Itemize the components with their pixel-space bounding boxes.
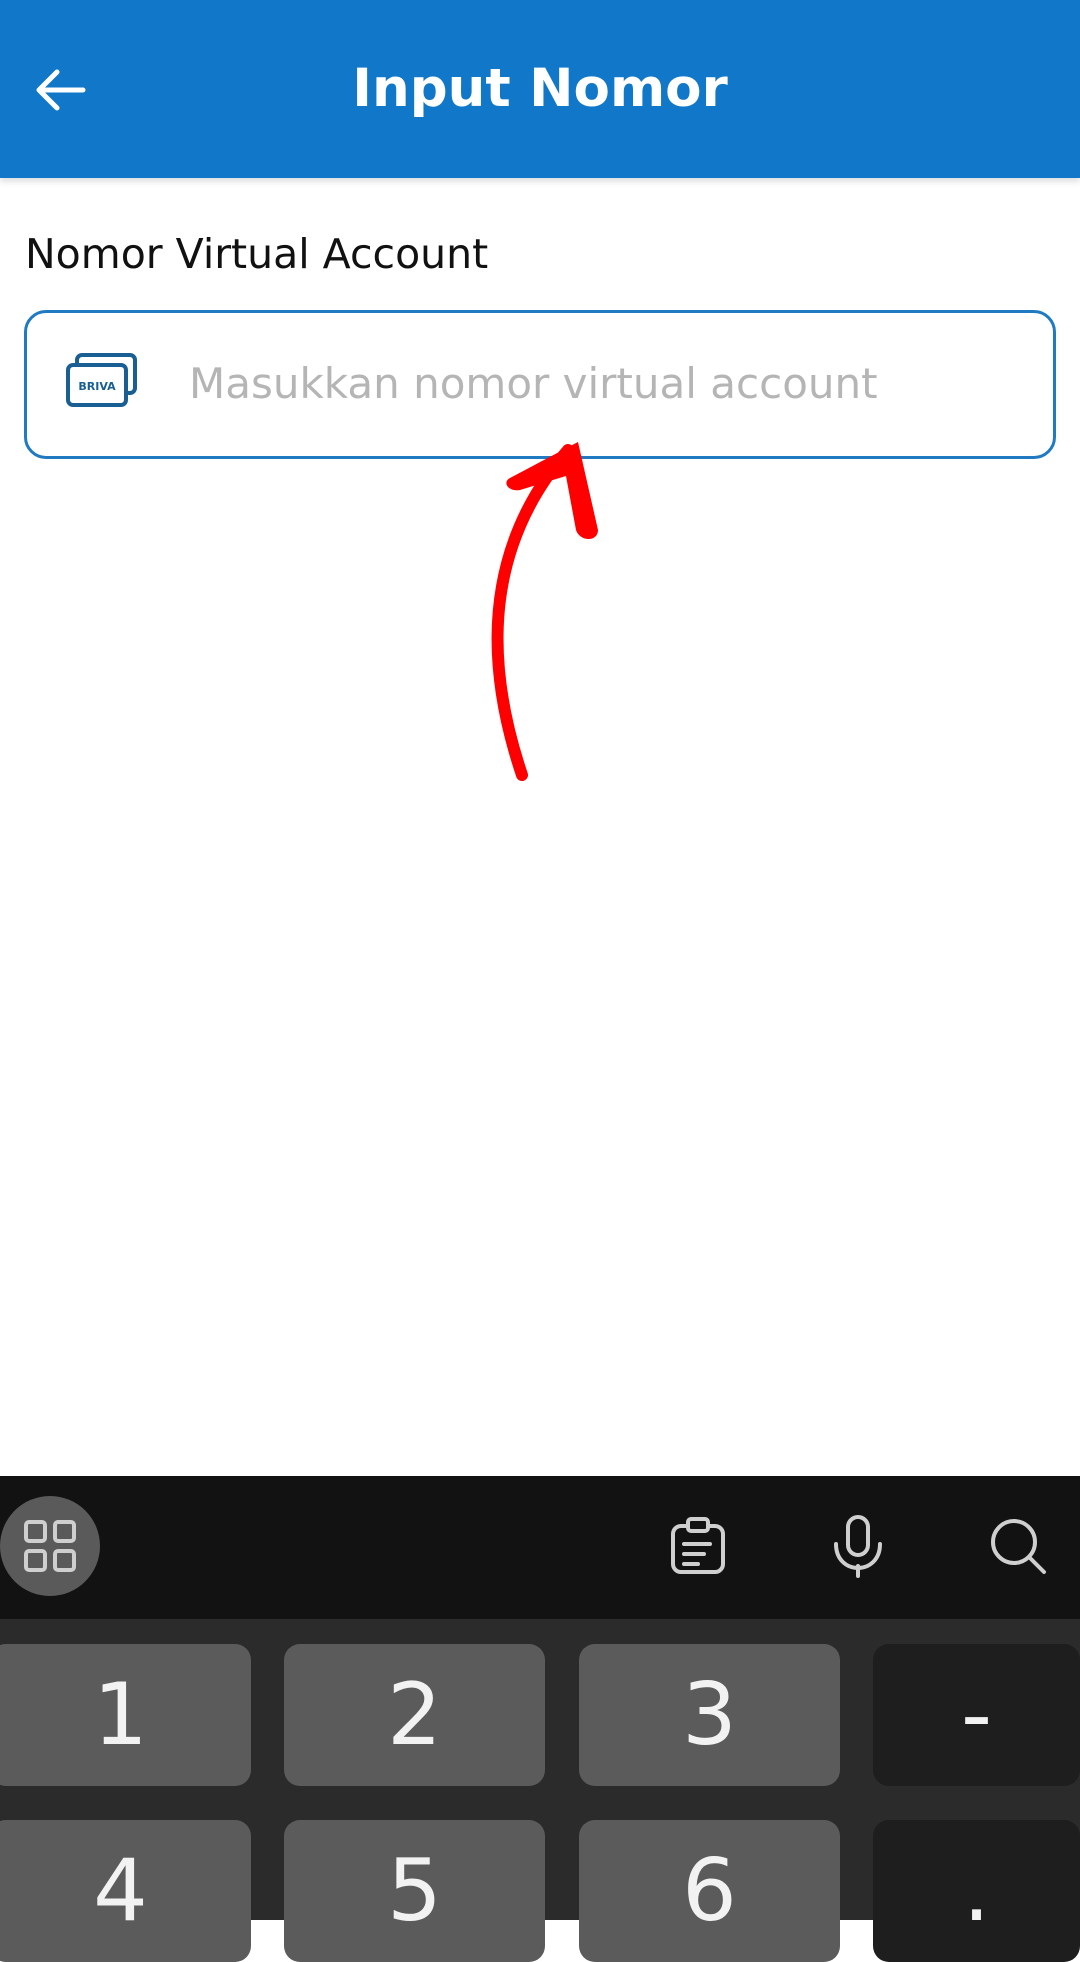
app-header: Input Nomor bbox=[0, 0, 1080, 178]
key-4[interactable]: 4 bbox=[0, 1820, 251, 1962]
search-button[interactable] bbox=[968, 1496, 1068, 1596]
grid-icon bbox=[24, 1520, 76, 1572]
key-3[interactable]: 3 bbox=[579, 1644, 840, 1786]
field-label: Nomor Virtual Account bbox=[25, 230, 489, 278]
search-icon bbox=[991, 1519, 1046, 1574]
svg-text:BRIVA: BRIVA bbox=[78, 380, 116, 393]
key-6[interactable]: 6 bbox=[579, 1820, 840, 1962]
red-arrow-icon bbox=[491, 442, 598, 781]
briva-card-icon: BRIVA bbox=[66, 353, 137, 407]
key-1[interactable]: 1 bbox=[0, 1644, 251, 1786]
key-5[interactable]: 5 bbox=[284, 1820, 545, 1962]
back-button[interactable] bbox=[30, 60, 90, 120]
virtual-account-input[interactable] bbox=[187, 333, 1027, 433]
page-title: Input Nomor bbox=[352, 58, 728, 119]
virtual-account-input-container[interactable]: BRIVA bbox=[24, 310, 1056, 459]
voice-input-button[interactable] bbox=[808, 1496, 908, 1596]
keyboard-grid-button[interactable] bbox=[0, 1496, 100, 1596]
key-2[interactable]: 2 bbox=[284, 1644, 545, 1786]
key-period[interactable]: . bbox=[873, 1820, 1080, 1962]
clipboard-button[interactable] bbox=[648, 1496, 748, 1596]
microphone-icon bbox=[834, 1515, 882, 1578]
keyboard-toolbar bbox=[0, 1476, 1080, 1619]
key-minus[interactable]: - bbox=[873, 1644, 1080, 1786]
clipboard-icon bbox=[671, 1517, 725, 1574]
arrow-left-icon bbox=[36, 69, 86, 111]
numeric-keyboard: 1 2 3 - 4 5 6 . bbox=[0, 1476, 1080, 1962]
